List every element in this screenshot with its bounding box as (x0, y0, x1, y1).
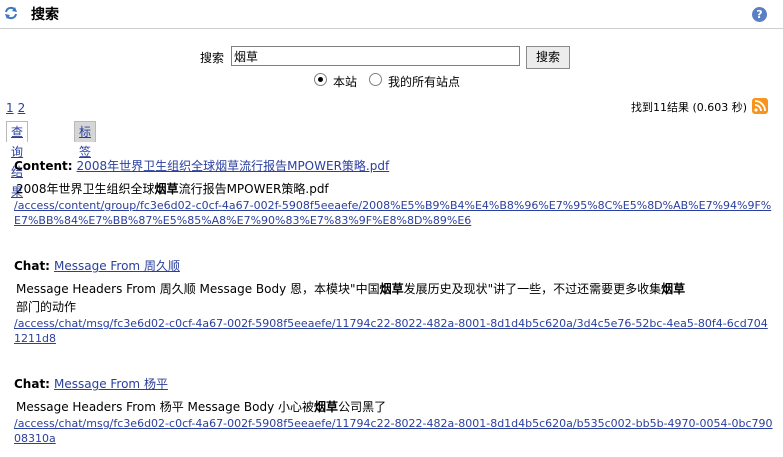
scope-this-site-label: 本站 (333, 75, 358, 89)
result-type: Content: (14, 159, 73, 173)
result-summary: 找到11结果 (0.603 秒) (631, 101, 748, 114)
tab-results[interactable]: 查询结果 (6, 121, 29, 199)
refresh-icon[interactable] (4, 6, 18, 20)
result-type: Chat: (14, 259, 50, 273)
pagination: 12 (6, 101, 29, 115)
search-form: 搜索 搜索 (0, 46, 783, 69)
tab-tags[interactable]: 标签 (74, 121, 97, 159)
search-scope: 本站 我的所有站点 (0, 72, 783, 90)
result-item: Chat: Message From 周久顺 Message Headers Fr… (14, 257, 774, 346)
search-button[interactable]: 搜索 (526, 46, 570, 69)
header-bar: 搜索 ? (0, 0, 783, 28)
result-title-link[interactable]: 2008年世界卫生组织全球烟草流行报告MPOWER策略.pdf (77, 159, 390, 173)
result-snippet: 2008年世界卫生组织全球烟草流行报告MPOWER策略.pdf (16, 182, 329, 196)
result-item: Chat: Message From 杨平 Message Headers Fro… (14, 375, 774, 446)
rss-feed-icon[interactable] (752, 98, 768, 114)
result-snippet: Message Headers From 周久顺 Message Body 恩，… (16, 282, 686, 314)
tab-tags-label[interactable]: 标签 (79, 125, 91, 159)
search-input[interactable] (231, 46, 520, 66)
scope-all-sites-label: 我的所有站点 (388, 75, 461, 89)
result-url-link[interactable]: /access/chat/msg/fc3e6d02-c0cf-4a67-002f… (14, 417, 772, 445)
search-label: 搜索 (200, 51, 225, 65)
result-type: Chat: (14, 377, 50, 391)
result-title-link[interactable]: Message From 周久顺 (54, 259, 180, 273)
help-icon[interactable]: ? (752, 7, 767, 22)
result-title-link[interactable]: Message From 杨平 (54, 377, 168, 391)
result-url-link[interactable]: /access/chat/msg/fc3e6d02-c0cf-4a67-002f… (14, 317, 768, 345)
result-snippet: Message Headers From 杨平 Message Body 小心被… (16, 400, 387, 414)
page-link-1[interactable]: 1 (6, 101, 14, 115)
header-divider (0, 28, 783, 29)
result-url-link[interactable]: /access/content/group/fc3e6d02-c0cf-4a67… (14, 199, 771, 227)
page-link-2[interactable]: 2 (18, 101, 26, 115)
page-title: 搜索 (31, 7, 59, 23)
scope-this-site-radio[interactable] (314, 73, 327, 86)
result-item: Content: 2008年世界卫生组织全球烟草流行报告MPOWER策略.pdf … (14, 157, 774, 228)
scope-all-sites-radio[interactable] (369, 73, 382, 86)
